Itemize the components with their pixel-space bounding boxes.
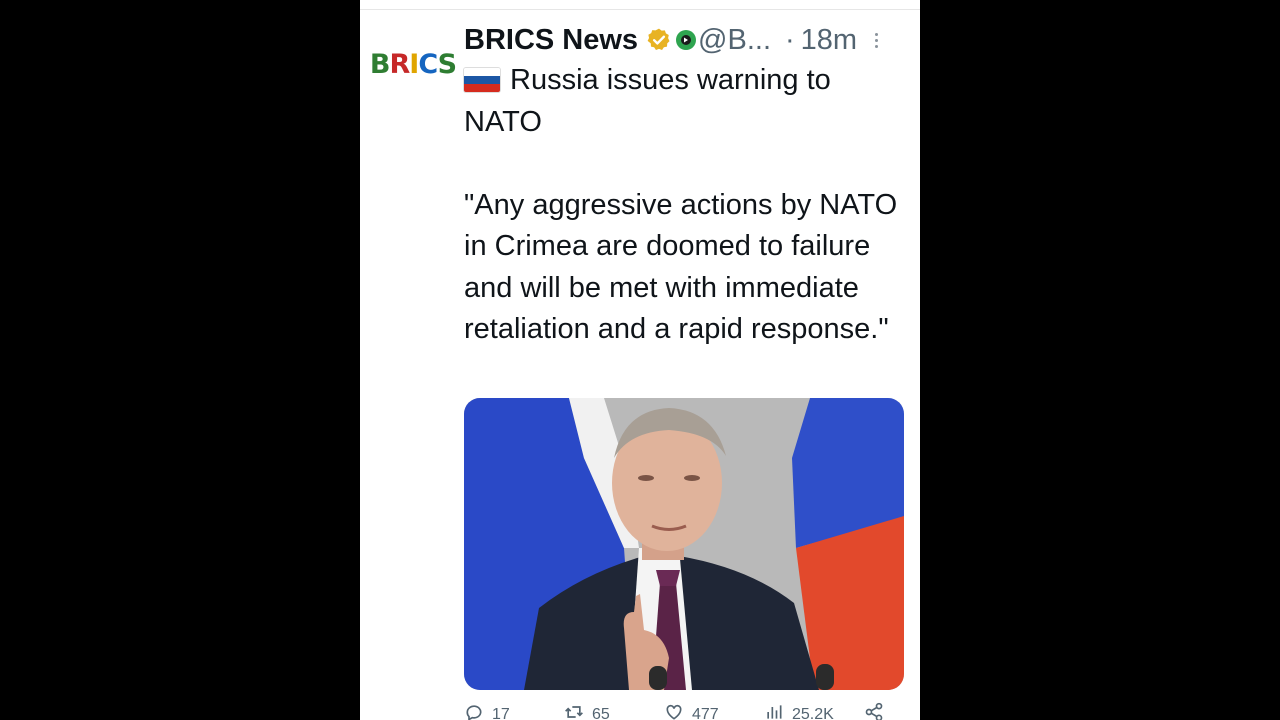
views-icon (764, 702, 784, 720)
tweet-panel: BRICS BRICS News @B... · 18m Russia issu… (360, 0, 920, 720)
reply-count: 17 (492, 705, 510, 720)
tweet-photo[interactable] (464, 398, 904, 690)
tweet-header: BRICS News @B... · 18m (464, 20, 914, 60)
affiliation-badge-icon (676, 30, 697, 50)
like-count: 477 (692, 705, 719, 720)
retweet-count: 65 (592, 705, 610, 720)
tweet-text: Russia issues warning to NATO "Any aggre… (464, 60, 904, 351)
share-button[interactable] (864, 702, 884, 720)
display-name[interactable]: BRICS News (464, 24, 638, 57)
verified-badge-icon (646, 27, 672, 53)
headline-text: Russia issues warning to NATO (464, 64, 831, 138)
separator: · (785, 23, 795, 56)
handle[interactable]: @B... (698, 24, 771, 57)
retweet-icon (564, 702, 584, 720)
more-options-icon[interactable] (873, 32, 879, 48)
views-button[interactable]: 25.2K (764, 702, 834, 720)
share-icon (864, 702, 884, 720)
like-button[interactable]: 477 (664, 702, 719, 720)
views-count: 25.2K (792, 705, 834, 720)
retweet-button[interactable]: 65 (564, 702, 610, 720)
divider (360, 9, 920, 10)
avatar-logo: BRICS (369, 48, 457, 80)
heart-icon (664, 702, 684, 720)
timestamp[interactable]: 18m (801, 24, 857, 57)
russia-flag-icon (464, 68, 500, 92)
headline: Russia issues warning to NATO (464, 60, 904, 143)
action-bar: 17 65 477 25.2K (464, 702, 904, 720)
reply-icon (464, 702, 484, 720)
quote-text: "Any aggressive actions by NATO in Crime… (464, 188, 898, 346)
reply-button[interactable]: 17 (464, 702, 510, 720)
putin-photo (464, 398, 904, 690)
avatar[interactable]: BRICS (370, 44, 457, 84)
